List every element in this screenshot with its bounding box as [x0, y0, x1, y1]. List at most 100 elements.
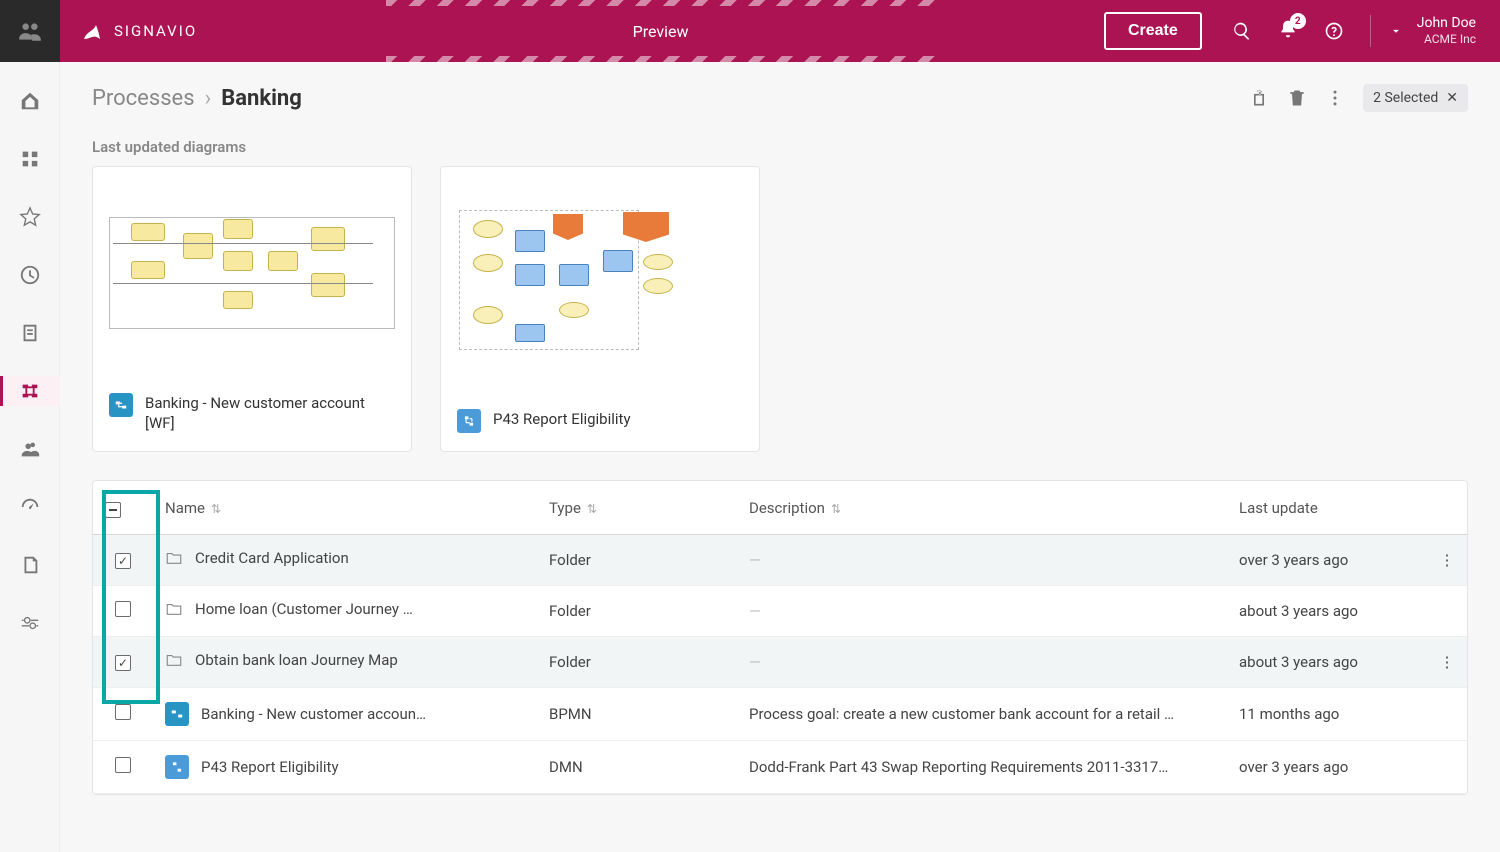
rail-library[interactable]	[0, 144, 60, 174]
rail-tasks[interactable]	[0, 318, 60, 348]
main-content: Processes › Banking 2 Selected ✕ Last up…	[60, 62, 1500, 852]
row-more-button[interactable]	[1427, 688, 1467, 741]
page-actions: 2 Selected ✕	[1249, 84, 1468, 112]
search-icon[interactable]	[1232, 21, 1252, 41]
rail-home[interactable]	[0, 86, 60, 116]
row-last-update: over 3 years ago	[1227, 741, 1427, 794]
dmn-icon	[165, 755, 189, 779]
card-title: P43 Report Eligibility	[493, 409, 631, 429]
notification-badge: 2	[1290, 13, 1306, 29]
row-checkbox[interactable]	[115, 601, 131, 617]
row-checkbox[interactable]	[115, 704, 131, 720]
rail-favorites[interactable]	[0, 202, 60, 232]
export-icon[interactable]	[1249, 88, 1269, 108]
selection-pill: 2 Selected ✕	[1363, 84, 1468, 112]
chevron-down-icon	[1389, 24, 1403, 38]
recent-cards: Banking - New customer account [WF]	[92, 166, 1468, 452]
diagram-card[interactable]: Banking - New customer account [WF]	[92, 166, 412, 452]
table-row[interactable]: P43 Report Eligibility DMNDodd-Frank Part…	[93, 741, 1467, 794]
folder-icon	[165, 549, 183, 567]
select-all-checkbox[interactable]	[105, 502, 121, 518]
bpmn-icon	[109, 393, 133, 417]
top-actions: 2 John Doe ACME Inc	[1222, 15, 1500, 48]
col-type[interactable]: Type⇅	[537, 481, 737, 535]
table-row[interactable]: Banking - New customer accoun… BPMNProces…	[93, 688, 1467, 741]
row-description: Dodd-Frank Part 43 Swap Reporting Requir…	[737, 741, 1227, 794]
brand-name: SIGNAVIO	[114, 22, 197, 40]
row-description: —	[737, 637, 1227, 688]
diagram-card[interactable]: P43 Report Eligibility	[440, 166, 760, 452]
user-org: ACME Inc	[1417, 32, 1476, 47]
row-name: Home loan (Customer Journey …	[195, 600, 413, 618]
items-table: Name⇅ Type⇅ Description⇅ Last update Cre…	[92, 480, 1468, 795]
table-row[interactable]: Obtain bank loan Journey Map Folder—about…	[93, 637, 1467, 688]
row-more-button[interactable]: ⋮	[1427, 535, 1467, 586]
rail-docs[interactable]	[0, 550, 60, 580]
row-name: Obtain bank loan Journey Map	[195, 651, 398, 669]
preview-label: Preview	[633, 22, 689, 41]
notifications-button[interactable]: 2	[1278, 19, 1298, 43]
brand[interactable]: SIGNAVIO	[60, 19, 217, 43]
left-rail	[0, 62, 60, 852]
brand-logo-icon	[80, 19, 104, 43]
dmn-icon	[457, 409, 481, 433]
user-menu[interactable]: John Doe ACME Inc	[1370, 15, 1476, 48]
trash-icon[interactable]	[1287, 88, 1307, 108]
table-row[interactable]: Credit Card Application Folder—over 3 yea…	[93, 535, 1467, 586]
row-name: Banking - New customer accoun…	[201, 705, 426, 723]
row-description: Process goal: create a new customer bank…	[737, 688, 1227, 741]
row-type: BPMN	[537, 688, 737, 741]
chevron-right-icon: ›	[205, 86, 212, 111]
more-icon[interactable]	[1325, 88, 1345, 108]
bpmn-icon	[165, 702, 189, 726]
row-last-update: about 3 years ago	[1227, 637, 1427, 688]
rail-dashboard[interactable]	[0, 492, 60, 522]
row-description: —	[737, 535, 1227, 586]
section-label: Last updated diagrams	[92, 138, 1468, 156]
row-name: P43 Report Eligibility	[201, 758, 339, 776]
sort-icon: ⇅	[831, 502, 841, 516]
org-switcher[interactable]	[0, 0, 60, 62]
row-last-update: 11 months ago	[1227, 688, 1427, 741]
people-icon	[17, 18, 43, 44]
preview-banner: Preview	[217, 0, 1104, 62]
breadcrumb-current: Banking	[221, 86, 302, 111]
row-more-button[interactable]	[1427, 586, 1467, 637]
rail-recent[interactable]	[0, 260, 60, 290]
row-type: Folder	[537, 535, 737, 586]
help-icon[interactable]	[1324, 21, 1344, 41]
col-name[interactable]: Name⇅	[153, 481, 537, 535]
create-button[interactable]: Create	[1104, 12, 1202, 50]
selection-count: 2 Selected	[1373, 90, 1438, 106]
diagram-thumbnail	[441, 167, 759, 395]
row-name: Credit Card Application	[195, 549, 349, 567]
rail-settings[interactable]	[0, 608, 60, 638]
folder-icon	[165, 600, 183, 618]
row-checkbox[interactable]	[115, 655, 131, 671]
row-type: Folder	[537, 637, 737, 688]
row-checkbox[interactable]	[115, 553, 131, 569]
row-more-button[interactable]	[1427, 741, 1467, 794]
breadcrumb-root[interactable]: Processes	[92, 86, 195, 111]
row-more-button[interactable]: ⋮	[1427, 637, 1467, 688]
table-row[interactable]: Home loan (Customer Journey … Folder—abou…	[93, 586, 1467, 637]
row-checkbox[interactable]	[115, 757, 131, 773]
col-last-update[interactable]: Last update	[1227, 481, 1427, 535]
folder-icon	[165, 651, 183, 669]
clear-selection[interactable]: ✕	[1446, 90, 1458, 106]
rail-processes[interactable]	[0, 376, 60, 406]
rail-collab[interactable]	[0, 434, 60, 464]
card-title: Banking - New customer account [WF]	[145, 393, 395, 434]
col-description[interactable]: Description⇅	[737, 481, 1227, 535]
row-description: —	[737, 586, 1227, 637]
top-bar: SIGNAVIO Preview Create 2 John Doe ACME …	[0, 0, 1500, 62]
user-name: John Doe	[1417, 15, 1476, 33]
row-type: DMN	[537, 741, 737, 794]
diagram-thumbnail	[93, 167, 411, 379]
sort-icon: ⇅	[587, 502, 597, 516]
row-last-update: over 3 years ago	[1227, 535, 1427, 586]
sort-icon: ⇅	[211, 502, 221, 516]
row-type: Folder	[537, 586, 737, 637]
row-last-update: about 3 years ago	[1227, 586, 1427, 637]
breadcrumb: Processes › Banking	[92, 86, 302, 111]
